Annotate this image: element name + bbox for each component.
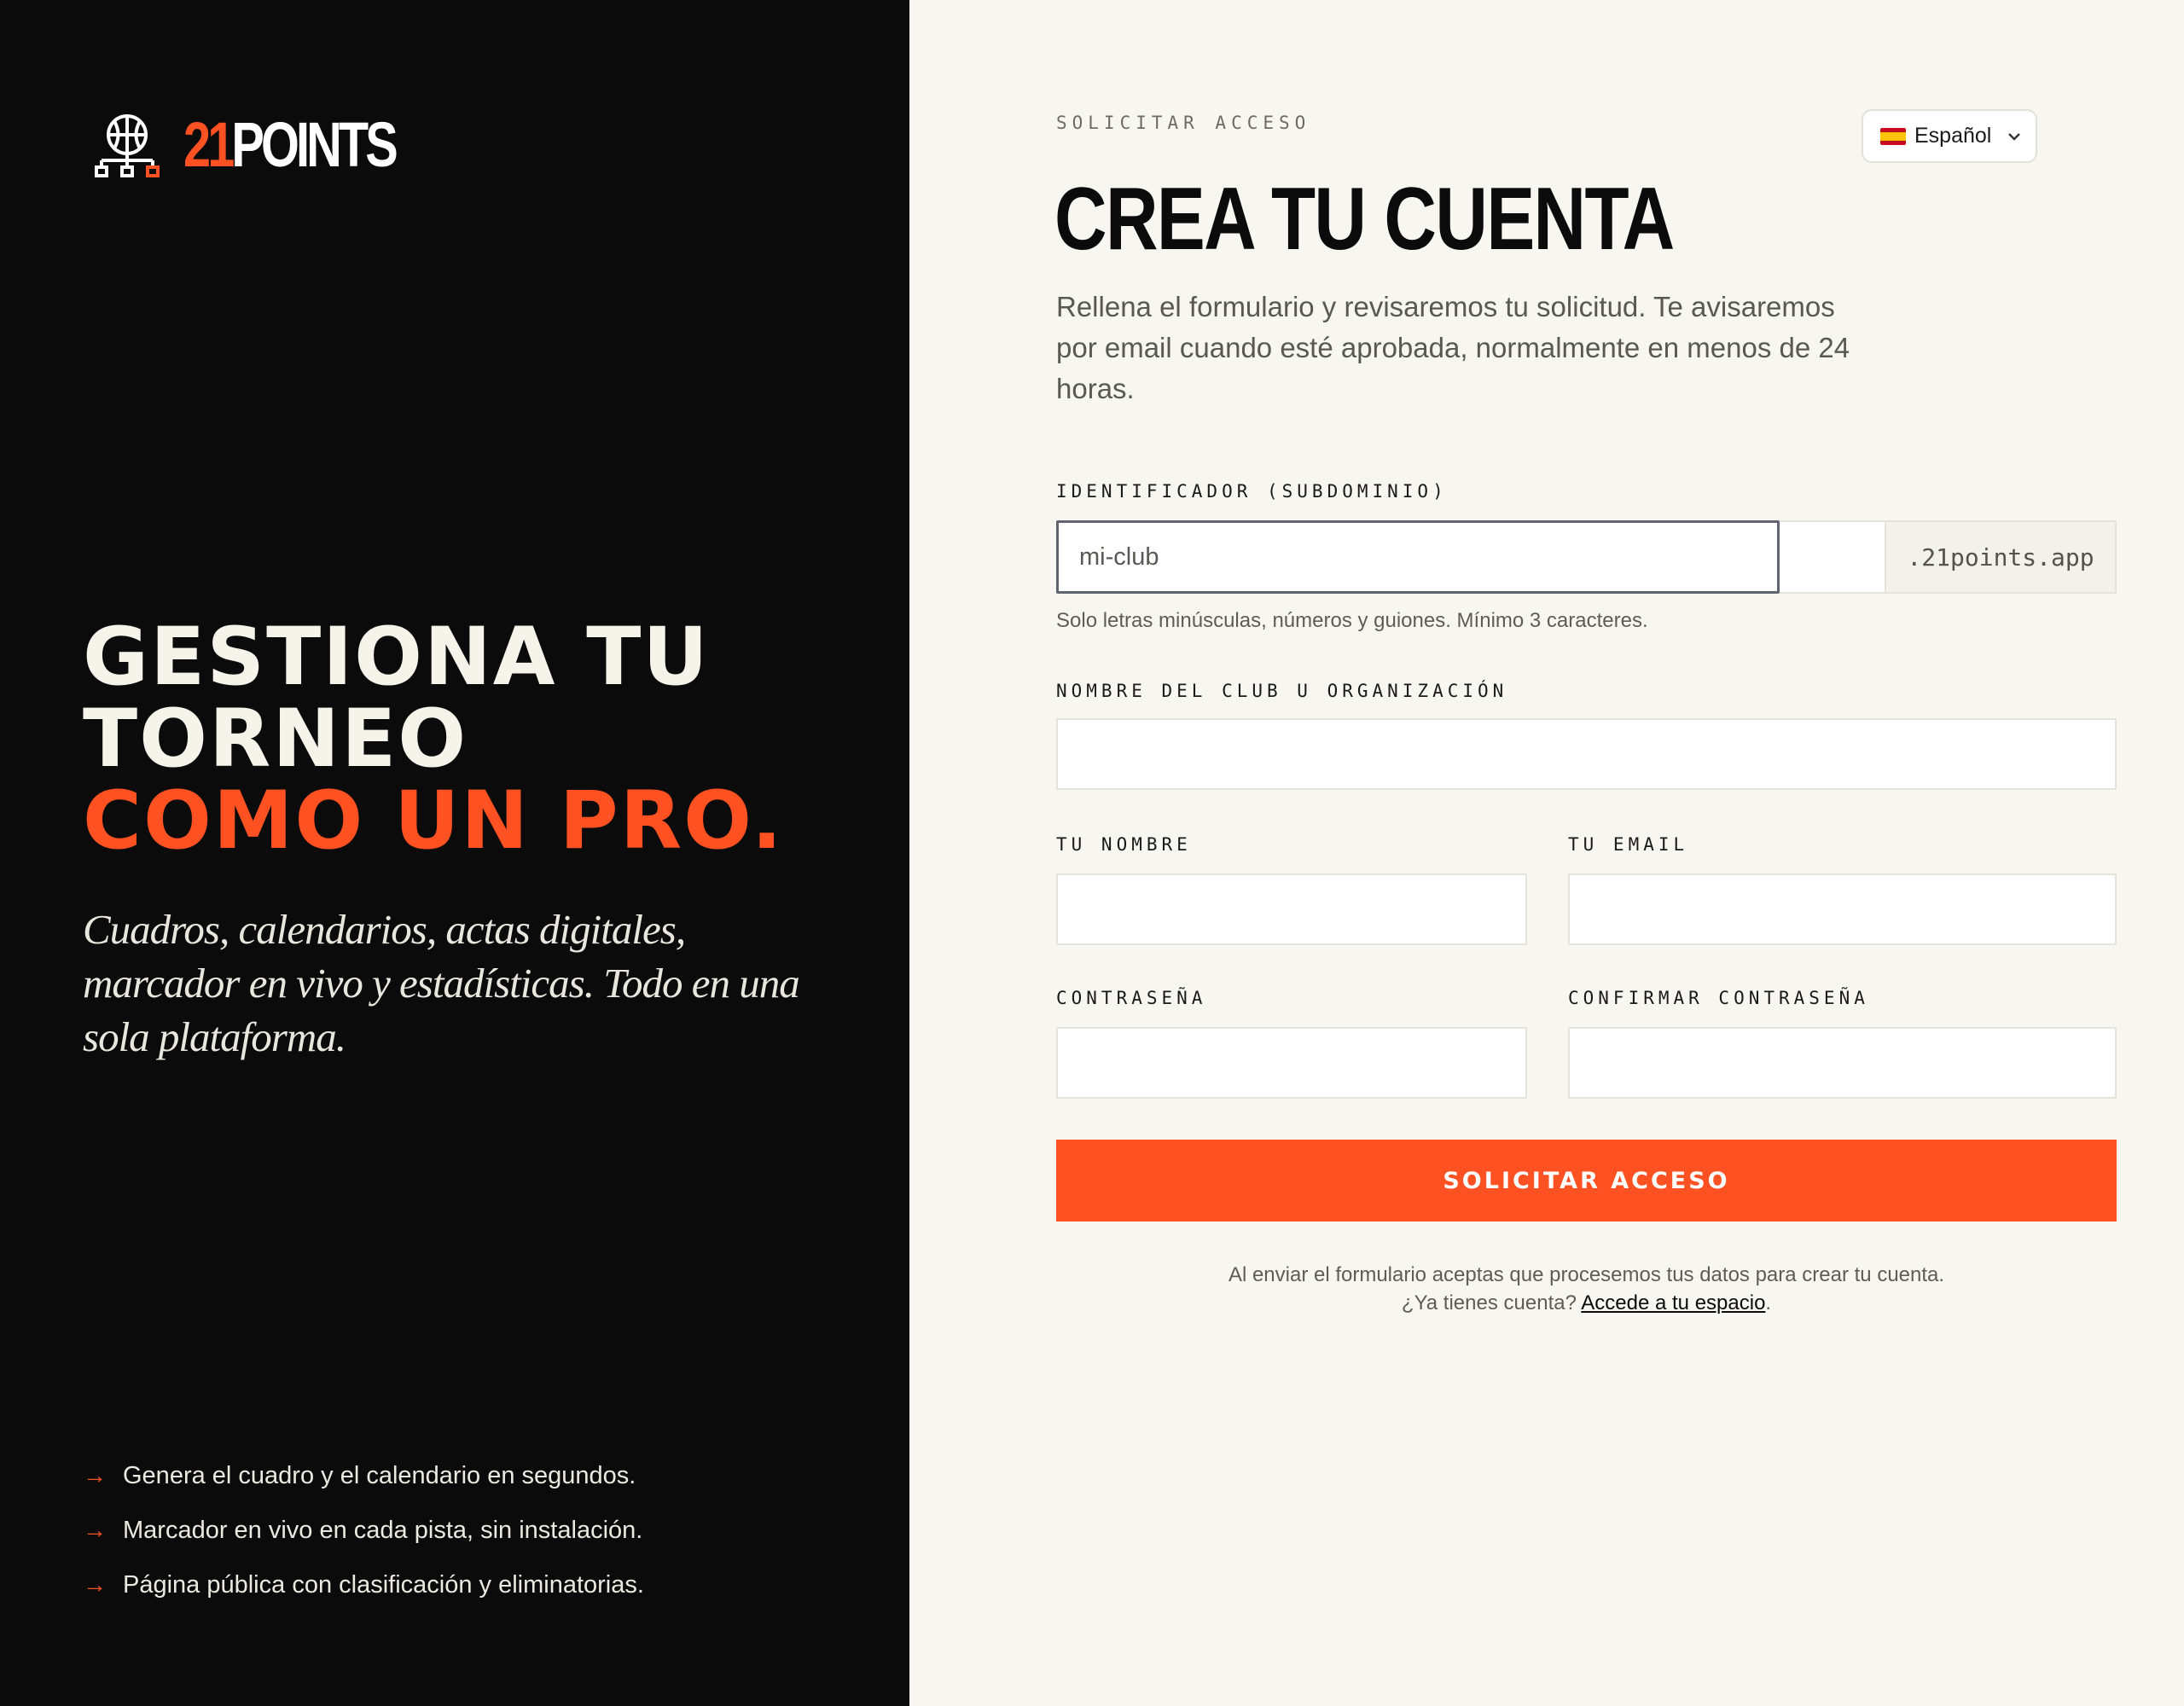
feature-item: → Página pública con clasificación y eli… [83, 1558, 644, 1612]
signup-panel: SOLICITAR ACCESO Español CREA TU CUENTA … [909, 0, 2184, 1706]
confirm-password-label: CONFIRMAR CONTRASEÑA [1568, 988, 1869, 1008]
password-label: CONTRASEÑA [1056, 988, 1207, 1008]
brand-wordmark: 21POINTS [183, 113, 398, 177]
arrow-right-icon: → [83, 1462, 107, 1488]
subdomain-help: Solo letras minúsculas, números y guione… [1056, 609, 1648, 632]
chevron-down-icon [2008, 132, 2021, 141]
language-label: Español [1914, 124, 1992, 148]
name-input[interactable] [1058, 875, 1525, 943]
subdomain-suffix: .21points.app [1885, 520, 2117, 594]
club-label: NOMBRE DEL CLUB U ORGANIZACIÓN [1056, 681, 1508, 701]
club-input[interactable] [1058, 720, 2115, 788]
hero-line-2: TORNEO [83, 693, 468, 786]
language-select[interactable]: Español [1862, 109, 2037, 163]
email-input[interactable] [1570, 875, 2115, 943]
legal-text: Al enviar el formulario aceptas que proc… [1228, 1263, 1945, 1286]
hero-headline: GESTIONA TU TORNEO COMO UN PRO. [83, 617, 868, 862]
name-field[interactable] [1056, 873, 1527, 945]
email-field[interactable] [1568, 873, 2117, 945]
club-field[interactable] [1056, 718, 2117, 790]
form-eyebrow: SOLICITAR ACCESO [1056, 113, 1311, 133]
feature-text: Marcador en vivo en cada pista, sin inst… [123, 1516, 643, 1544]
feature-item: → Marcador en vivo en cada pista, sin in… [83, 1503, 644, 1558]
brand-logo[interactable]: 21POINTS [90, 109, 455, 181]
login-link[interactable]: Accede a tu espacio [1581, 1291, 1765, 1314]
login-period: . [1765, 1291, 1772, 1314]
password-input[interactable] [1058, 1029, 1525, 1097]
subdomain-divider [1780, 520, 1885, 594]
password-field[interactable] [1056, 1027, 1527, 1099]
brand-number: 21 [183, 109, 235, 180]
hero-tagline: Cuadros, calendarios, actas digitales, m… [83, 906, 800, 1060]
login-row: ¿Ya tienes cuenta? Accede a tu espacio. [1056, 1289, 2117, 1317]
confirm-password-field[interactable] [1568, 1027, 2117, 1099]
hero-line-1: GESTIONA TU [83, 611, 710, 704]
brand-panel: 21POINTS GESTIONA TU TORNEO COMO UN PRO.… [0, 0, 909, 1706]
feature-text: Genera el cuadro y el calendario en segu… [123, 1461, 636, 1489]
login-prompt: ¿Ya tienes cuenta? [1401, 1291, 1577, 1314]
hero-line-3: COMO UN PRO. [83, 775, 784, 868]
feature-text: Página pública con clasificación y elimi… [123, 1570, 644, 1599]
arrow-right-icon: → [83, 1571, 107, 1598]
arrow-right-icon: → [83, 1517, 107, 1543]
page-subtitle: Rellena el formulario y revisaremos tu s… [1056, 291, 1850, 404]
email-label: TU EMAIL [1568, 834, 1689, 855]
name-label: TU NOMBRE [1056, 834, 1192, 855]
hero-title: GESTIONA TU TORNEO COMO UN PRO. [83, 617, 868, 862]
basketball-bracket-icon [95, 114, 160, 177]
feature-list: → Genera el cuadro y el calendario en se… [83, 1448, 644, 1612]
spain-flag-icon [1880, 127, 1906, 145]
legal-notice: Al enviar el formulario aceptas que proc… [1056, 1261, 2117, 1317]
confirm-password-input[interactable] [1570, 1029, 2115, 1097]
subdomain-field[interactable] [1056, 520, 1780, 594]
brand-word: POINTS [231, 109, 398, 180]
submit-button[interactable]: SOLICITAR ACCESO [1056, 1140, 2117, 1221]
subdomain-label: IDENTIFICADOR (SUBDOMINIO) [1056, 481, 1448, 502]
feature-item: → Genera el cuadro y el calendario en se… [83, 1448, 644, 1503]
page-title: CREA TU CUENTA [1054, 170, 1675, 269]
subdomain-input[interactable] [1059, 523, 1777, 591]
